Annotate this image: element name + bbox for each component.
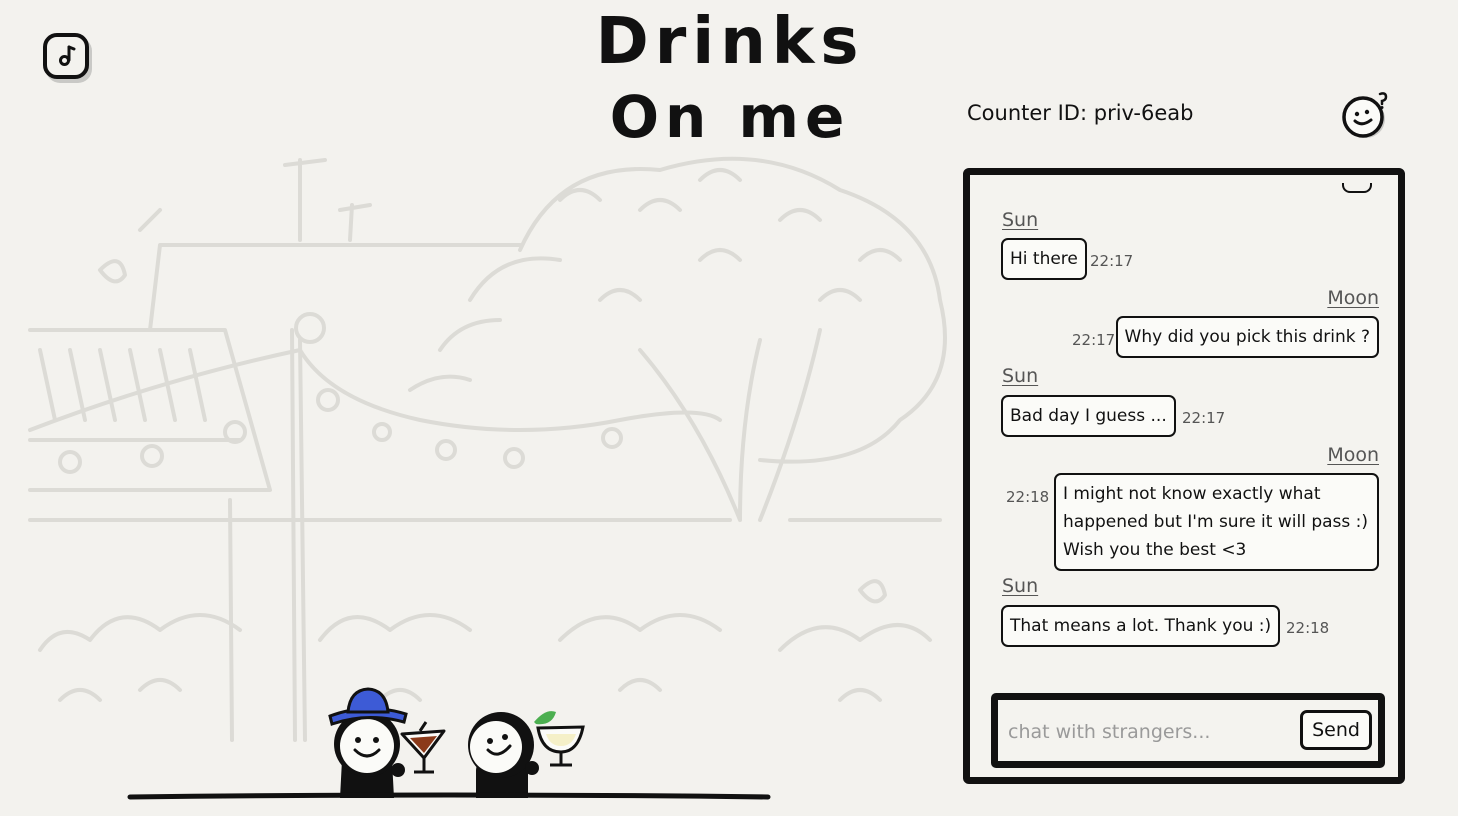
chat-panel: Sun Hi there 22:17 Moon Why did you pick…	[963, 168, 1405, 784]
message-bubble: I might not know exactly what happened b…	[1054, 473, 1379, 571]
sender-name[interactable]: Moon	[1327, 287, 1379, 309]
message-time: 22:18	[1286, 619, 1330, 637]
bar-scene-illustration	[28, 156, 947, 800]
message-time: 22:17	[1090, 252, 1134, 270]
sender-name[interactable]: Moon	[1327, 444, 1379, 466]
message-line: happened but I'm sure it will pass :)	[1063, 512, 1369, 532]
message-time: 22:17	[1182, 409, 1226, 427]
title-line-1: Drinks	[595, 5, 865, 79]
message-bubble: Hi there	[1001, 238, 1087, 280]
message-line: I might not know exactly what	[1063, 484, 1321, 504]
music-toggle-button[interactable]	[43, 33, 89, 79]
smiley-question-icon	[1342, 92, 1388, 138]
message-line: Wish you the best <3	[1063, 540, 1247, 560]
counter-floor-line	[127, 792, 771, 800]
sender-name[interactable]: Sun	[1002, 209, 1038, 231]
counter-id-value: priv-6eab	[1093, 101, 1194, 125]
cocktail-glass-red	[400, 721, 446, 774]
blue-hat	[328, 687, 408, 726]
moon-character	[468, 711, 585, 798]
cocktail-glass-mint	[534, 711, 585, 767]
sender-name[interactable]: Sun	[1002, 575, 1038, 597]
message-bubble: Bad day I guess ...	[1001, 395, 1176, 437]
counter-id-label: Counter ID: priv-6eab	[967, 101, 1193, 125]
sun-character	[328, 687, 446, 798]
background-sketch	[28, 156, 947, 742]
chat-input-container: Send	[991, 693, 1385, 768]
sender-name[interactable]: Sun	[1002, 365, 1038, 387]
message-bubble: That means a lot. Thank you :)	[1001, 605, 1281, 647]
scroll-handle[interactable]	[1342, 183, 1372, 193]
chat-input[interactable]	[1006, 714, 1290, 750]
title-line-2: On me	[609, 83, 851, 151]
message-bubble: Why did you pick this drink ?	[1115, 316, 1379, 358]
counter-label: Counter ID:	[967, 101, 1088, 125]
app-title: Drinks On me	[560, 10, 900, 146]
message-time: 22:18	[1006, 488, 1050, 506]
send-button[interactable]: Send	[1300, 710, 1372, 750]
help-button[interactable]	[1340, 90, 1394, 144]
message-time: 22:17	[1072, 331, 1116, 349]
music-note-icon	[59, 45, 76, 66]
